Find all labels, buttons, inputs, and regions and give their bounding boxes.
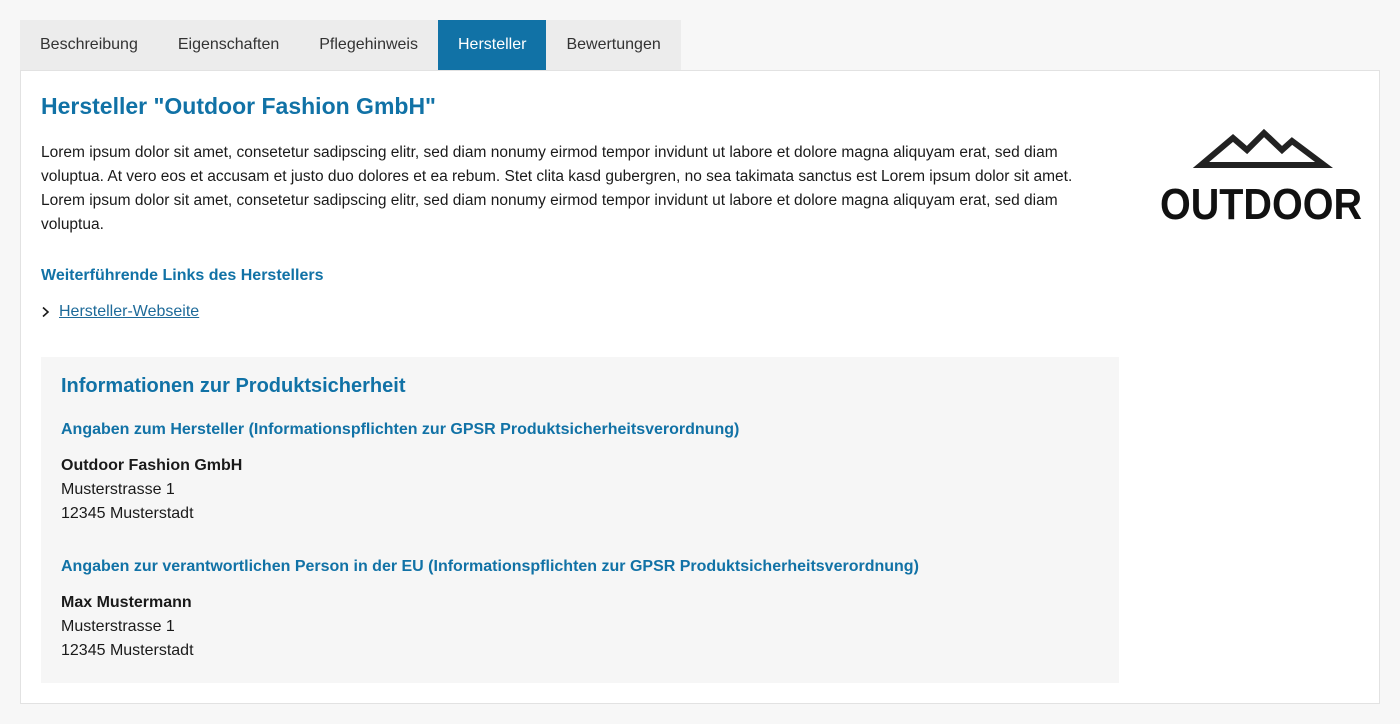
responsible-person-city: 12345 Musterstadt xyxy=(61,642,194,659)
logo-text: OUTDOOR xyxy=(1160,180,1362,226)
responsible-person-name: Max Mustermann xyxy=(61,594,192,611)
responsible-person-address: Max Mustermann Musterstrasse 1 12345 Mus… xyxy=(61,591,194,663)
manufacturer-website-link[interactable]: Hersteller-Webseite xyxy=(59,303,199,321)
manufacturer-address-street: Musterstrasse 1 xyxy=(61,481,175,498)
manufacturer-links-heading: Weiterführende Links des Herstellers xyxy=(41,267,324,284)
chevron-right-icon xyxy=(41,306,59,318)
tab-beschreibung[interactable]: Beschreibung xyxy=(20,20,158,70)
manufacturer-description: Lorem ipsum dolor sit amet, consetetur s… xyxy=(41,144,1073,233)
tab-pflegehinweis[interactable]: Pflegehinweis xyxy=(299,20,438,70)
responsible-person-street: Musterstrasse 1 xyxy=(61,618,175,635)
manufacturer-info-heading: Angaben zum Hersteller (Informationspfli… xyxy=(61,421,740,438)
product-safety-heading: Informationen zur Produktsicherheit xyxy=(61,375,406,397)
manufacturer-address-city: 12345 Musterstadt xyxy=(61,505,194,522)
mountain-icon xyxy=(1192,128,1333,168)
manufacturer-website-link-row[interactable]: Hersteller-Webseite xyxy=(41,303,199,321)
tab-bewertungen[interactable]: Bewertungen xyxy=(546,20,680,70)
manufacturer-address: Outdoor Fashion GmbH Musterstrasse 1 123… xyxy=(61,454,242,526)
manufacturer-logo: OUTDOOR xyxy=(1156,101,1366,229)
tab-bar: Beschreibung Eigenschaften Pflegehinweis… xyxy=(20,20,681,70)
responsible-person-heading: Angaben zur verantwortlichen Person in d… xyxy=(61,558,919,575)
product-safety-box: Informationen zur Produktsicherheit Anga… xyxy=(41,357,1119,683)
manufacturer-address-name: Outdoor Fashion GmbH xyxy=(61,457,243,474)
manufacturer-title: Hersteller "Outdoor Fashion GmbH" xyxy=(41,93,436,119)
tab-eigenschaften[interactable]: Eigenschaften xyxy=(158,20,299,70)
tab-panel-hersteller: Hersteller "Outdoor Fashion GmbH" Lorem … xyxy=(20,70,1380,704)
tab-hersteller[interactable]: Hersteller xyxy=(437,20,547,70)
